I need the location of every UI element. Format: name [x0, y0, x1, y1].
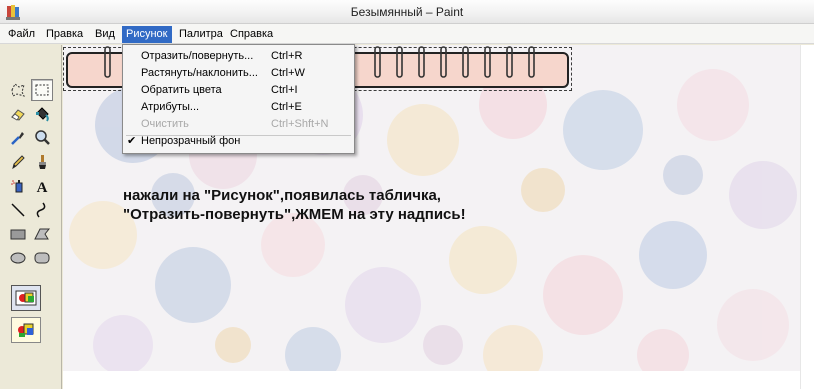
color-picker-icon[interactable] [7, 127, 29, 149]
menu-item-label: Очистить [141, 118, 189, 130]
polygon-icon[interactable] [31, 223, 53, 245]
menu-item-shortcut: Ctrl+I [271, 84, 298, 96]
rounded-rectangle-icon[interactable] [31, 247, 53, 269]
menu-item-label: Растянуть/наклонить... [141, 67, 258, 79]
toolbox: A [0, 45, 62, 389]
menu-item-label: Атрибуты... [141, 101, 200, 113]
menu-view[interactable]: Вид [91, 26, 119, 43]
brush-icon[interactable] [31, 151, 53, 173]
menu-item-shortcut: Ctrl+W [271, 67, 305, 79]
menu-item-label: Непрозрачный фон [141, 135, 241, 147]
free-select-icon[interactable] [7, 79, 29, 101]
menu-file[interactable]: Файл [4, 26, 39, 43]
transparent-background-mode-icon[interactable] [11, 317, 41, 343]
opaque-background-mode-icon[interactable] [11, 285, 41, 311]
menu-item-shortcut: Ctrl+E [271, 101, 302, 113]
title-bar: Безымянный – Paint [0, 0, 814, 24]
window-title: Безымянный – Paint [350, 5, 464, 19]
canvas-caption-text: нажали на "Рисунок",появилась табличка, … [123, 187, 466, 223]
menu-item-flip-rotate[interactable]: Отразить/повернуть... Ctrl+R [123, 48, 354, 65]
menu-image[interactable]: Рисунок [122, 26, 172, 43]
checkmark-icon: ✔ [127, 135, 137, 147]
menu-item-attributes[interactable]: Атрибуты... Ctrl+E [123, 99, 354, 116]
eraser-icon[interactable] [7, 103, 29, 125]
image-menu-dropdown: Отразить/повернуть... Ctrl+R Растянуть/н… [122, 44, 355, 154]
ellipse-icon[interactable] [7, 247, 29, 269]
fill-bucket-icon[interactable] [31, 103, 53, 125]
menu-item-shortcut: Ctrl+R [271, 50, 303, 62]
menu-palette[interactable]: Палитра [175, 26, 227, 43]
menu-item-label: Отразить/повернуть... [141, 50, 254, 62]
pencil-icon[interactable] [7, 151, 29, 173]
airbrush-icon[interactable] [7, 175, 29, 197]
line-icon[interactable] [7, 199, 29, 221]
menu-item-shortcut: Ctrl+Shft+N [271, 118, 329, 130]
rectangle-icon[interactable] [7, 223, 29, 245]
scrollbar-area[interactable] [800, 45, 814, 389]
rect-select-icon[interactable] [31, 79, 53, 101]
magnifier-icon[interactable] [31, 127, 53, 149]
menu-item-opaque-background[interactable]: ✔ Непрозрачный фон [123, 133, 354, 150]
menu-edit[interactable]: Правка [42, 26, 87, 43]
curve-icon[interactable] [31, 199, 53, 221]
menu-item-label: Обратить цвета [141, 84, 222, 96]
menu-bar: Файл Правка Вид Рисунок Палитра Справка [0, 24, 814, 44]
svg-text:A: A [37, 180, 48, 195]
menu-item-stretch-skew[interactable]: Растянуть/наклонить... Ctrl+W [123, 65, 354, 82]
menu-item-invert-colors[interactable]: Обратить цвета Ctrl+I [123, 82, 354, 99]
text-icon[interactable]: A [31, 175, 53, 197]
menu-item-clear: Очистить Ctrl+Shft+N [123, 116, 354, 133]
menu-help[interactable]: Справка [226, 26, 277, 43]
